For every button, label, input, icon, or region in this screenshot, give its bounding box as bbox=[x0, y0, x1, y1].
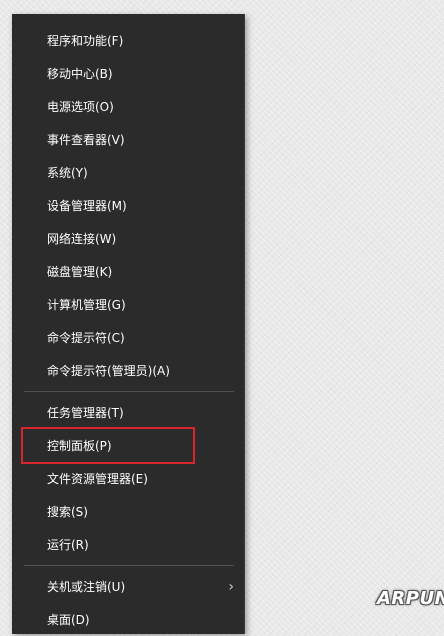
menu-item-shutdown-signout[interactable]: 关机或注销(U) › bbox=[12, 571, 244, 603]
menu-item-programs-features[interactable]: 程序和功能(F) bbox=[12, 25, 244, 57]
winx-context-menu: 程序和功能(F) 移动中心(B) 电源选项(O) 事件查看器(V) 系统(Y) … bbox=[12, 14, 245, 634]
menu-item-power-options[interactable]: 电源选项(O) bbox=[12, 91, 244, 123]
menu-item-file-explorer[interactable]: 文件资源管理器(E) bbox=[12, 463, 244, 495]
menu-item-run[interactable]: 运行(R) bbox=[12, 529, 244, 561]
highlight-box bbox=[21, 427, 195, 464]
menu-item-disk-management[interactable]: 磁盘管理(K) bbox=[12, 256, 244, 288]
menu-item-device-manager[interactable]: 设备管理器(M) bbox=[12, 190, 244, 222]
menu-item-label: 关机或注销(U) bbox=[47, 580, 126, 594]
menu-item-task-manager[interactable]: 任务管理器(T) bbox=[12, 397, 244, 429]
menu-item-command-prompt[interactable]: 命令提示符(C) bbox=[12, 322, 244, 354]
menu-separator bbox=[24, 391, 234, 392]
menu-item-network-connections[interactable]: 网络连接(W) bbox=[12, 223, 244, 255]
menu-item-search[interactable]: 搜索(S) bbox=[12, 496, 244, 528]
menu-item-system[interactable]: 系统(Y) bbox=[12, 157, 244, 189]
menu-separator bbox=[24, 565, 234, 566]
watermark-logo: ARPUN bbox=[377, 588, 444, 609]
menu-item-computer-management[interactable]: 计算机管理(G) bbox=[12, 289, 244, 321]
menu-item-mobility-center[interactable]: 移动中心(B) bbox=[12, 58, 244, 90]
chevron-right-icon: › bbox=[228, 579, 234, 595]
menu-item-command-prompt-admin[interactable]: 命令提示符(管理员)(A) bbox=[12, 355, 244, 387]
menu-item-desktop[interactable]: 桌面(D) bbox=[12, 604, 244, 636]
menu-item-event-viewer[interactable]: 事件查看器(V) bbox=[12, 124, 244, 156]
